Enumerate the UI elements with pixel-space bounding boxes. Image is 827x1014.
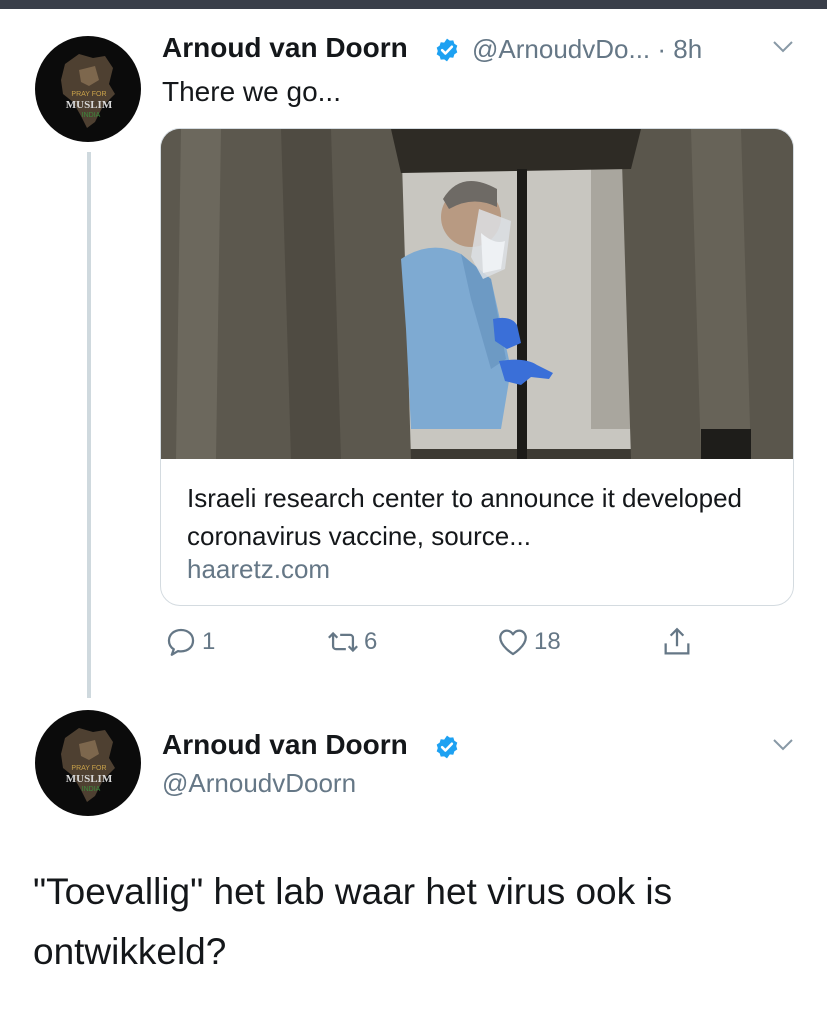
author-name[interactable]: Arnoud van Doorn [162,32,408,64]
card-image [161,129,793,459]
retweet-count: 6 [364,628,378,655]
tweet-text: "Toevallig" het lab waar het virus ook i… [33,871,673,972]
like-count: 18 [534,628,561,655]
share-icon [664,627,690,655]
top-status-bar [0,0,827,9]
tweet-text: There we go... [162,76,341,107]
handle-and-time[interactable]: @ArnoudvDo... · 8h [472,34,702,65]
avatar-text-1: PRAY FOR [71,765,106,772]
chevron-down-icon[interactable] [772,40,794,54]
author-name[interactable]: Arnoud van Doorn [162,729,408,761]
chevron-down-icon[interactable] [772,738,794,752]
handle[interactable]: @ArnoudvDoorn [162,768,356,799]
avatar-image: PRAY FOR MUSLIM INDIA [61,728,115,802]
verified-badge-icon [436,38,458,62]
verified-badge-icon [436,735,458,759]
avatar-text-3: INDIA [82,112,101,119]
like-button[interactable]: 18 [496,624,561,660]
avatar-text-1: PRAY FOR [71,91,106,98]
avatar-image: PRAY FOR MUSLIM INDIA [61,54,115,128]
card-title: Israeli research center to announce it d… [187,483,743,551]
avatar-text-3: INDIA [82,786,101,793]
thread-line [87,152,91,698]
avatar[interactable]: PRAY FOR MUSLIM INDIA [35,710,141,816]
avatar-text-2: MUSLIM [66,773,113,785]
reply-icon [167,628,195,656]
retweet-icon [328,631,358,653]
reply-button[interactable]: 1 [164,624,215,660]
avatar-text-2: MUSLIM [66,99,113,111]
like-icon [499,629,527,656]
retweet-button[interactable]: 6 [326,624,377,660]
card-domain: haaretz.com [187,554,331,584]
share-button[interactable] [660,624,694,660]
avatar[interactable]: PRAY FOR MUSLIM INDIA [35,36,141,142]
reply-count: 1 [202,628,216,655]
link-card[interactable]: Israeli research center to announce it d… [160,128,794,606]
